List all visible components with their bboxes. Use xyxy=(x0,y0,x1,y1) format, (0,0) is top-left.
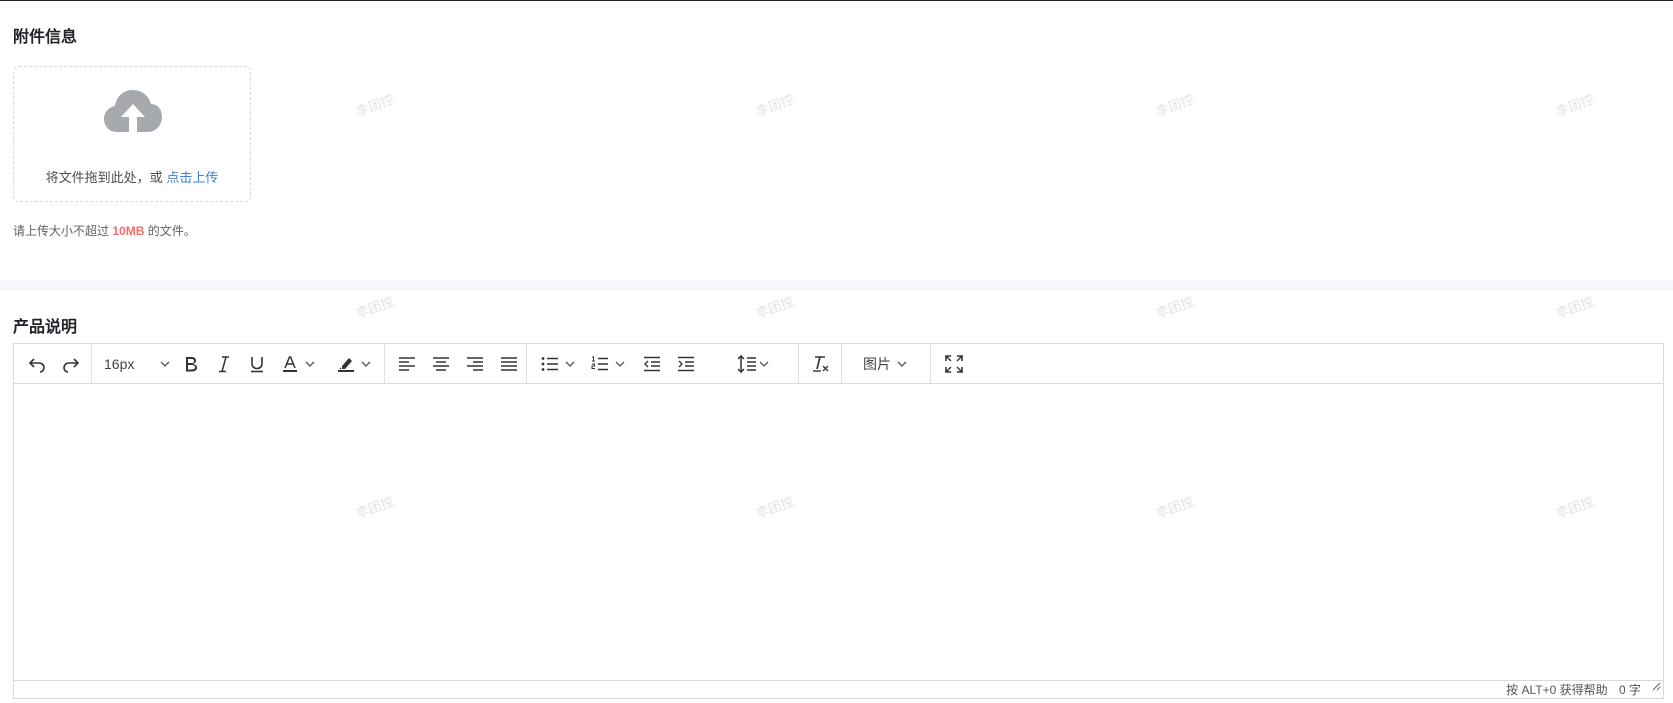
toolbar-group-fullscreen xyxy=(930,344,980,383)
toolbar-group-image: 图片 xyxy=(841,344,931,383)
watermark: 李团控 xyxy=(1553,293,1596,322)
outdent-button[interactable] xyxy=(643,354,661,374)
fullscreen-icon xyxy=(945,355,963,373)
italic-icon xyxy=(217,355,231,373)
image-label: 图片 xyxy=(863,356,891,372)
chevron-down-icon xyxy=(897,361,907,367)
redo-icon xyxy=(62,355,80,373)
click-upload-link[interactable]: 点击上传 xyxy=(166,170,218,185)
section-divider xyxy=(0,280,1673,291)
resize-handle-icon[interactable] xyxy=(1651,678,1661,696)
outdent-icon xyxy=(643,356,661,372)
watermark: 李团控 xyxy=(1553,91,1596,120)
toolbar-group-history xyxy=(14,344,92,383)
toolbar-group-align xyxy=(384,344,527,383)
redo-button[interactable] xyxy=(62,354,80,374)
cloud-upload-icon xyxy=(103,88,163,141)
font-size-value: 16px xyxy=(104,356,135,372)
align-left-button[interactable] xyxy=(398,354,416,374)
numbered-list-button[interactable] xyxy=(591,354,625,374)
align-center-button[interactable] xyxy=(432,354,450,374)
word-count: 0 字 xyxy=(1618,683,1641,697)
chevron-down-icon xyxy=(160,361,170,367)
align-right-button[interactable] xyxy=(466,354,484,374)
undo-icon xyxy=(28,355,46,373)
chevron-down-icon xyxy=(759,361,769,367)
bullet-list-button[interactable] xyxy=(541,354,575,374)
upload-tip-suffix: 的文件。 xyxy=(147,224,196,238)
text-color-icon xyxy=(281,355,299,373)
watermark: 李团控 xyxy=(753,293,796,322)
bold-button[interactable] xyxy=(183,354,199,374)
image-menu-button[interactable]: 图片 xyxy=(863,354,907,374)
editor-statusbar: 按 ALT+0 获得帮助 0 字 xyxy=(14,680,1663,698)
italic-button[interactable] xyxy=(217,354,231,374)
watermark: 李团控 xyxy=(353,293,396,322)
align-justify-button[interactable] xyxy=(500,354,518,374)
chevron-down-icon xyxy=(305,361,315,367)
watermark: 李团控 xyxy=(353,91,396,120)
toolbar-group-format: 16px xyxy=(91,344,385,383)
upload-tip: 请上传大小不超过 10MB 的文件。 xyxy=(13,222,196,239)
upload-tip-size: 10MB xyxy=(112,224,145,238)
align-right-icon xyxy=(466,356,484,372)
clear-format-button[interactable] xyxy=(812,354,830,374)
undo-button[interactable] xyxy=(28,354,46,374)
toolbar-group-lists xyxy=(526,344,799,383)
indent-icon xyxy=(677,356,695,372)
top-border xyxy=(0,0,1673,1)
editor-content-area[interactable] xyxy=(14,384,1663,680)
chevron-down-icon xyxy=(615,361,625,367)
align-center-icon xyxy=(432,356,450,372)
toolbar-group-clear xyxy=(798,344,842,383)
watermark: 李团控 xyxy=(753,91,796,120)
bullet-list-icon xyxy=(541,356,559,372)
fullscreen-button[interactable] xyxy=(945,354,963,374)
upload-tip-prefix: 请上传大小不超过 xyxy=(13,224,110,238)
product-desc-title: 产品说明 xyxy=(13,319,78,336)
help-hint: 按 ALT+0 获得帮助 xyxy=(1506,683,1608,697)
chevron-down-icon xyxy=(361,361,371,367)
rich-text-editor: 16px 图片 按 ALT+0 获得帮助 0 字 xyxy=(13,343,1664,699)
highlight-color-button[interactable] xyxy=(337,354,371,374)
underline-button[interactable] xyxy=(249,354,265,374)
indent-button[interactable] xyxy=(677,354,695,374)
attachments-title: 附件信息 xyxy=(13,29,78,46)
watermark: 李团控 xyxy=(1153,91,1196,120)
chevron-down-icon xyxy=(565,361,575,367)
watermark: 李团控 xyxy=(1153,293,1196,322)
text-color-button[interactable] xyxy=(281,354,315,374)
highlighter-icon xyxy=(337,355,355,373)
align-justify-icon xyxy=(500,356,518,372)
upload-dropzone[interactable]: 将文件拖到此处，或 点击上传 xyxy=(13,66,251,202)
font-size-select[interactable]: 16px xyxy=(104,354,170,374)
upload-instructions: 将文件拖到此处，或 点击上传 xyxy=(14,167,250,186)
bold-icon xyxy=(183,355,199,373)
line-height-icon xyxy=(737,355,757,373)
align-left-icon xyxy=(398,356,416,372)
numbered-list-icon xyxy=(591,356,609,372)
underline-icon xyxy=(249,355,265,373)
line-height-button[interactable] xyxy=(737,354,769,374)
editor-toolbar: 16px 图片 xyxy=(14,344,1663,384)
upload-text: 将文件拖到此处，或 xyxy=(45,170,163,185)
clear-format-icon xyxy=(812,355,830,373)
